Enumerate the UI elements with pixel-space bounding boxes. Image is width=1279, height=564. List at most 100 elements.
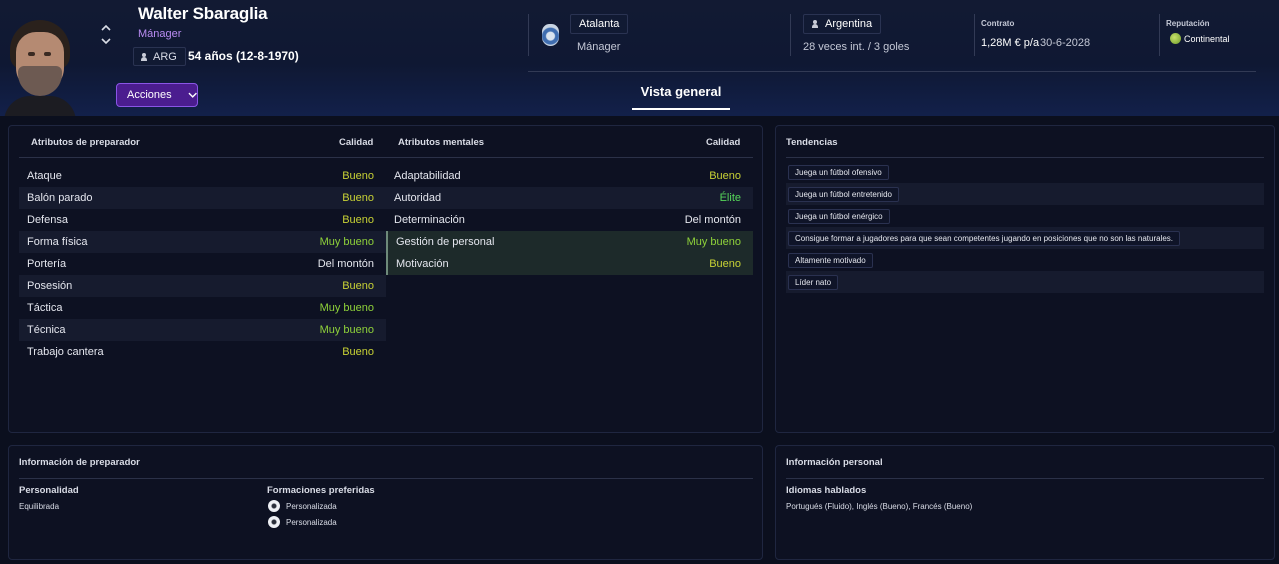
person-icon [812, 20, 818, 28]
divider [786, 478, 1264, 479]
divider [528, 14, 529, 56]
attribute-name: Balón parado [27, 192, 93, 204]
attribute-name: Adaptabilidad [394, 170, 461, 182]
personality-label: Personalidad [19, 485, 79, 496]
tendency-chip[interactable]: Juega un fútbol entretenido [788, 186, 899, 202]
contract-salary: 1,28M € p/a [981, 37, 1040, 49]
list-item: Líder nato [786, 271, 1264, 293]
attribute-name: Motivación [396, 258, 449, 270]
ball-icon [268, 500, 280, 512]
tendency-chip[interactable]: Juega un fútbol enérgico [788, 208, 890, 224]
globe-icon [1170, 33, 1181, 44]
list-item: Consigue formar a jugadores para que sea… [786, 227, 1264, 249]
attribute-row[interactable]: Motivación Bueno [386, 253, 753, 275]
attribute-quality: Bueno [342, 192, 374, 204]
attribute-name: Defensa [27, 214, 68, 226]
formation-item[interactable]: Personalizada [268, 516, 337, 528]
attribute-row[interactable]: Adaptabilidad Bueno [386, 165, 753, 187]
divider [974, 14, 975, 56]
tendency-chip[interactable]: Líder nato [788, 274, 839, 290]
country-name: Argentina [825, 18, 873, 30]
attribute-row[interactable]: Balón parado Bueno [19, 187, 386, 209]
club-name: Atalanta [579, 18, 620, 30]
role-link[interactable]: Mánager [138, 28, 181, 40]
attribute-name: Táctica [27, 302, 63, 314]
actions-button[interactable]: Acciones [116, 83, 198, 107]
languages-value: Portugués (Fluido), Inglés (Bueno), Fran… [786, 502, 973, 511]
divider [1159, 14, 1160, 56]
attribute-name: Posesión [27, 280, 73, 292]
attribute-row[interactable]: Defensa Bueno [19, 209, 386, 231]
coach-attributes-title: Atributos de preparador [31, 137, 140, 148]
attribute-row[interactable]: Trabajo cantera Bueno [19, 341, 386, 363]
attribute-row[interactable]: Ataque Bueno [19, 165, 386, 187]
nation-code: ARG [153, 50, 177, 63]
tendencies-title: Tendencias [786, 137, 838, 148]
divider [790, 14, 791, 56]
attribute-quality: Bueno [709, 170, 741, 182]
attribute-quality: Bueno [342, 214, 374, 226]
contract-label: Contrato [981, 19, 1015, 28]
attribute-row[interactable]: Determinación Del montón [386, 209, 753, 231]
attribute-quality: Muy bueno [319, 324, 374, 336]
coach-quality-header[interactable]: Calidad [339, 137, 373, 148]
person-name: Walter Sbaraglia [138, 4, 268, 23]
attribute-quality: Bueno [342, 346, 374, 358]
mental-attributes-title: Atributos mentales [398, 137, 485, 148]
attribute-quality: Del montón [684, 214, 741, 226]
attribute-row[interactable]: Forma física Muy bueno [19, 231, 386, 253]
tendency-chip[interactable]: Consigue formar a jugadores para que sea… [788, 230, 1181, 246]
attribute-name: Autoridad [394, 192, 442, 204]
header-divider [528, 71, 1256, 72]
club-role: Mánager [577, 41, 621, 53]
chevron-down-icon[interactable] [98, 35, 114, 48]
chevron-up-icon[interactable] [98, 22, 114, 35]
attribute-name: Ataque [27, 170, 62, 182]
reputation-label: Reputación [1166, 19, 1210, 28]
list-item: Juega un fútbol entretenido [786, 183, 1264, 205]
avatar [4, 16, 76, 116]
divider [19, 478, 753, 479]
attribute-row[interactable]: Gestión de personal Muy bueno [386, 231, 753, 253]
tendency-chip[interactable]: Altamente motivado [788, 252, 873, 268]
reputation-text: Continental [1184, 33, 1230, 44]
contract-end-date: 30-6-2028 [1040, 37, 1091, 49]
attribute-name: Determinación [394, 214, 465, 226]
list-item: Juega un fútbol enérgico [786, 205, 1264, 227]
prev-next-arrows [98, 22, 114, 50]
attribute-quality: Bueno [342, 170, 374, 182]
attribute-row[interactable]: Técnica Muy bueno [19, 319, 386, 341]
attribute-name: Trabajo cantera [27, 346, 104, 358]
formation-name: Personalizada [286, 501, 337, 511]
tab-overview[interactable]: Vista general [632, 84, 730, 110]
languages-label: Idiomas hablados [786, 485, 867, 496]
person-icon [141, 52, 147, 61]
formation-item[interactable]: Personalizada [268, 500, 337, 512]
actions-label: Acciones [127, 89, 172, 101]
attribute-row[interactable]: Autoridad Élite [386, 187, 753, 209]
club-chip[interactable]: Atalanta [570, 14, 629, 34]
divider [786, 157, 1264, 158]
attribute-row[interactable]: Posesión Bueno [19, 275, 386, 297]
attribute-name: Portería [27, 258, 67, 270]
coach-info-title: Información de preparador [19, 457, 140, 468]
club-badge-icon [542, 24, 559, 46]
tab-active-indicator [632, 108, 730, 110]
country-chip[interactable]: Argentina [803, 14, 882, 34]
attribute-quality: Élite [719, 192, 741, 204]
attribute-quality: Bueno [709, 258, 741, 270]
attribute-quality: Muy bueno [686, 236, 741, 248]
attribute-row[interactable]: Portería Del montón [19, 253, 386, 275]
attribute-name: Técnica [27, 324, 66, 336]
mental-quality-header[interactable]: Calidad [706, 137, 740, 148]
international-caps: 28 veces int. / 3 goles [803, 41, 910, 53]
personality-value: Equilibrada [19, 502, 60, 511]
nation-chip[interactable]: ARG [133, 47, 186, 66]
tendency-chip[interactable]: Juega un fútbol ofensivo [788, 164, 889, 180]
age-text: 54 años (12-8-1970) [188, 49, 299, 63]
attribute-quality: Del montón [317, 258, 374, 270]
divider [19, 157, 753, 158]
ball-icon [268, 516, 280, 528]
list-item: Altamente motivado [786, 249, 1264, 271]
attribute-row[interactable]: Táctica Muy bueno [19, 297, 386, 319]
